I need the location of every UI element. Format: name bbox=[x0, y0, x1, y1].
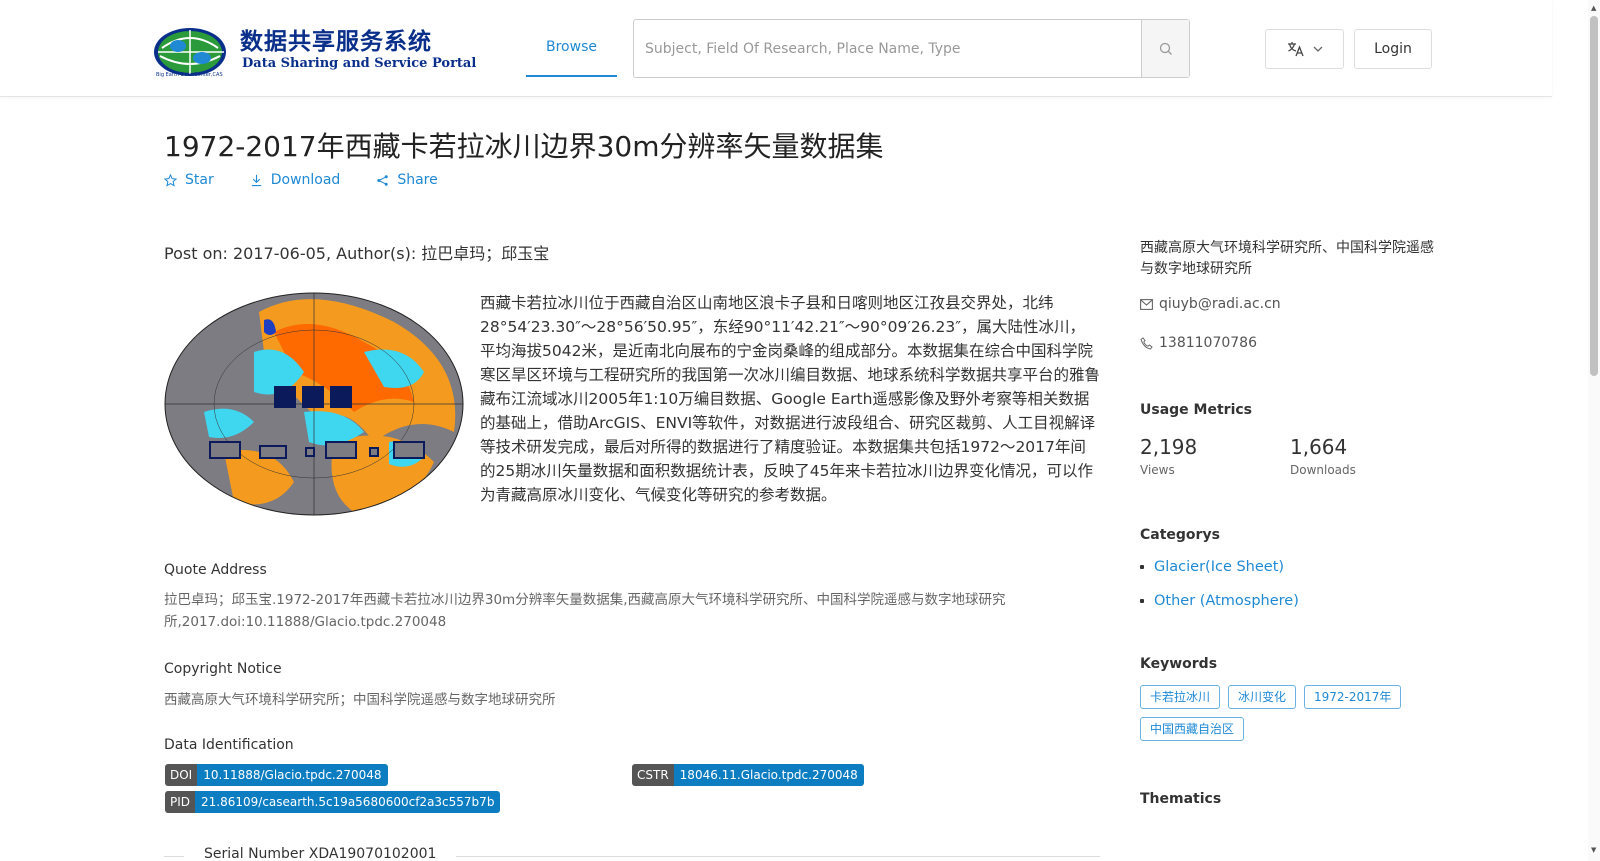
star-icon bbox=[164, 173, 177, 187]
dataset-thumbnail[interactable] bbox=[164, 292, 464, 516]
dataset-actions: Star Download Share bbox=[164, 172, 438, 188]
page-scrollbar[interactable]: ▲ ▼ bbox=[1588, 0, 1600, 861]
scroll-thumb[interactable] bbox=[1590, 16, 1598, 376]
nav-browse-tab[interactable]: Browse bbox=[526, 20, 617, 77]
login-button[interactable]: Login bbox=[1354, 29, 1432, 69]
doi-value: 10.11888/Glacio.tpdc.270048 bbox=[197, 764, 388, 786]
bullet-icon bbox=[1140, 565, 1144, 569]
cstr-value: 18046.11.Glacio.tpdc.270048 bbox=[673, 764, 864, 786]
portal-logo[interactable]: 数据共享服务系统 Data Sharing and Service Portal… bbox=[152, 20, 476, 80]
keyword-tag[interactable]: 卡若拉冰川 bbox=[1140, 685, 1221, 709]
dataset-description: 西藏卡若拉冰川位于西藏自治区山南地区浪卡子县和日喀则地区江孜县交界处，北纬28°… bbox=[480, 294, 1101, 504]
serial-number-divider: Serial Number XDA19070102001 bbox=[164, 846, 1100, 861]
share-label: Share bbox=[397, 172, 438, 188]
search-input[interactable] bbox=[634, 20, 1142, 77]
download-label: Download bbox=[270, 172, 341, 188]
divider-line-right bbox=[456, 856, 1100, 857]
scroll-up-arrow-icon[interactable]: ▲ bbox=[1591, 4, 1596, 12]
copyright-heading: Copyright Notice bbox=[164, 661, 282, 677]
globe-logo-icon bbox=[154, 28, 226, 76]
share-icon bbox=[377, 174, 389, 186]
keywords-heading: Keywords bbox=[1140, 656, 1218, 672]
phone-text: 13811070786 bbox=[1159, 335, 1257, 351]
divider-line-left bbox=[164, 856, 184, 857]
cstr-badge[interactable]: CSTR 18046.11.Glacio.tpdc.270048 bbox=[632, 764, 864, 786]
mail-icon bbox=[1140, 298, 1153, 310]
doi-key: DOI bbox=[165, 764, 198, 786]
contact-email[interactable]: qiuyb@radi.ac.cn bbox=[1140, 296, 1281, 312]
search-icon bbox=[1159, 42, 1172, 55]
identification-heading: Data Identification bbox=[164, 737, 294, 753]
top-navbar: 数据共享服务系统 Data Sharing and Service Portal… bbox=[0, 0, 1552, 97]
downloads-label: Downloads bbox=[1290, 463, 1356, 477]
bullet-icon bbox=[1140, 599, 1144, 603]
views-label: Views bbox=[1140, 463, 1175, 477]
doi-badge[interactable]: DOI 10.11888/Glacio.tpdc.270048 bbox=[165, 764, 388, 786]
logo-subtitle: Data Sharing and Service Portal bbox=[242, 56, 477, 71]
downloads-count: 1,664 bbox=[1290, 435, 1348, 459]
email-text: qiuyb@radi.ac.cn bbox=[1159, 296, 1281, 312]
category-item[interactable]: Glacier(Ice Sheet) bbox=[1140, 559, 1284, 575]
pid-badge[interactable]: PID 21.86109/casearth.5c19a5680600cf2a3c… bbox=[165, 791, 501, 813]
category-label: Other (Atmosphere) bbox=[1154, 593, 1299, 609]
post-info: Post on: 2017-06-05, Author(s): 拉巴卓玛；邱玉宝 bbox=[164, 244, 550, 263]
translate-icon bbox=[1287, 42, 1304, 57]
quote-heading: Quote Address bbox=[164, 562, 267, 578]
star-label: Star bbox=[185, 172, 214, 188]
scroll-down-arrow-icon[interactable]: ▼ bbox=[1591, 846, 1596, 854]
language-switcher[interactable] bbox=[1265, 29, 1344, 69]
copyright-text: 西藏高原大气环境科学研究所；中国科学院遥感与数字地球研究所 bbox=[164, 692, 556, 708]
cstr-key: CSTR bbox=[632, 764, 674, 786]
thematics-heading: Thematics bbox=[1140, 791, 1222, 807]
star-button[interactable]: Star bbox=[164, 172, 214, 188]
quote-text: 拉巴卓玛；邱玉宝.1972-2017年西藏卡若拉冰川边界30m分辨率矢量数据集,… bbox=[164, 592, 1006, 630]
search-box bbox=[633, 19, 1190, 78]
category-label: Glacier(Ice Sheet) bbox=[1154, 559, 1285, 575]
pid-value: 21.86109/casearth.5c19a5680600cf2a3c557b… bbox=[195, 791, 501, 813]
search-button[interactable] bbox=[1141, 20, 1189, 77]
organization-name: 西藏高原大气环境科学研究所、中国科学院遥感与数字地球研究所 bbox=[1140, 240, 1434, 277]
keyword-tag[interactable]: 中国西藏自治区 bbox=[1140, 717, 1245, 741]
download-button[interactable]: Download bbox=[250, 172, 341, 188]
logo-small-text: Big Earth Data Center,CAS bbox=[156, 72, 223, 78]
keyword-tag[interactable]: 1972-2017年 bbox=[1304, 685, 1402, 709]
share-button[interactable]: Share bbox=[376, 172, 438, 188]
views-count: 2,198 bbox=[1140, 435, 1198, 459]
logo-title: 数据共享服务系统 bbox=[240, 29, 432, 55]
phone-icon bbox=[1140, 336, 1153, 350]
category-item[interactable]: Other (Atmosphere) bbox=[1140, 593, 1299, 609]
contact-phone: 13811070786 bbox=[1140, 335, 1257, 351]
categories-heading: Categorys bbox=[1140, 527, 1220, 543]
download-icon bbox=[251, 174, 261, 186]
usage-metrics-heading: Usage Metrics bbox=[1140, 402, 1252, 418]
dataset-title: 1972-2017年西藏卡若拉冰川边界30m分辨率矢量数据集 bbox=[164, 130, 884, 163]
pid-key: PID bbox=[165, 791, 196, 813]
chevron-down-icon bbox=[1313, 46, 1322, 52]
globe-map-image bbox=[164, 292, 464, 516]
keyword-tag[interactable]: 冰川变化 bbox=[1228, 685, 1297, 709]
serial-number: Serial Number XDA19070102001 bbox=[204, 846, 437, 861]
